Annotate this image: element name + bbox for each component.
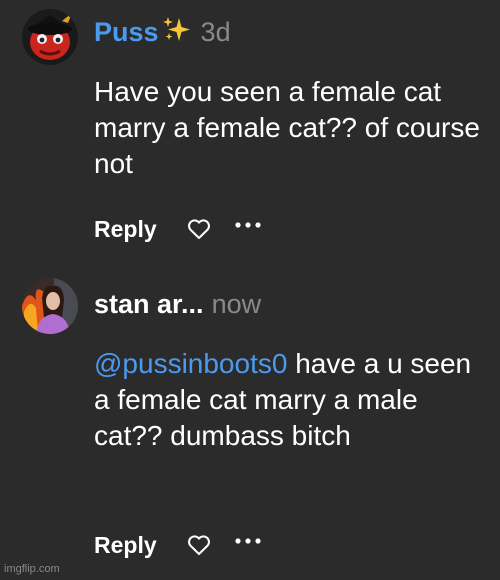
watermark: imgflip.com: [4, 563, 60, 575]
red-character-avatar-icon: [22, 9, 78, 65]
username[interactable]: Puss: [94, 17, 159, 47]
comment-body: @pussinboots0 have a u seen a female cat…: [94, 346, 489, 454]
timestamp: now: [211, 289, 262, 319]
comment-actions: Reply: [94, 530, 263, 560]
username[interactable]: stan ar...: [94, 289, 204, 319]
reply-button[interactable]: Reply: [94, 530, 157, 560]
avatar[interactable]: [22, 278, 78, 334]
comment-body: Have you seen a female cat marry a femal…: [94, 76, 480, 179]
woman-fire-avatar-icon: [22, 278, 78, 334]
avatar[interactable]: [22, 9, 78, 65]
heart-outline-icon[interactable]: [187, 218, 211, 240]
comment-header: Puss 3d: [94, 16, 231, 51]
ellipsis-icon[interactable]: [233, 536, 263, 546]
mention-link[interactable]: @pussinboots0: [94, 348, 287, 379]
comment-actions: Reply: [94, 214, 263, 244]
heart-outline-icon[interactable]: [187, 534, 211, 556]
reply-button[interactable]: Reply: [94, 214, 157, 244]
timestamp: 3d: [200, 17, 231, 47]
comment-header: stan ar... now: [94, 288, 261, 320]
comment-thread: Puss 3d Have you seen a female cat marry…: [0, 0, 500, 580]
ellipsis-icon[interactable]: [233, 220, 263, 230]
sparkles-icon: [161, 16, 193, 51]
